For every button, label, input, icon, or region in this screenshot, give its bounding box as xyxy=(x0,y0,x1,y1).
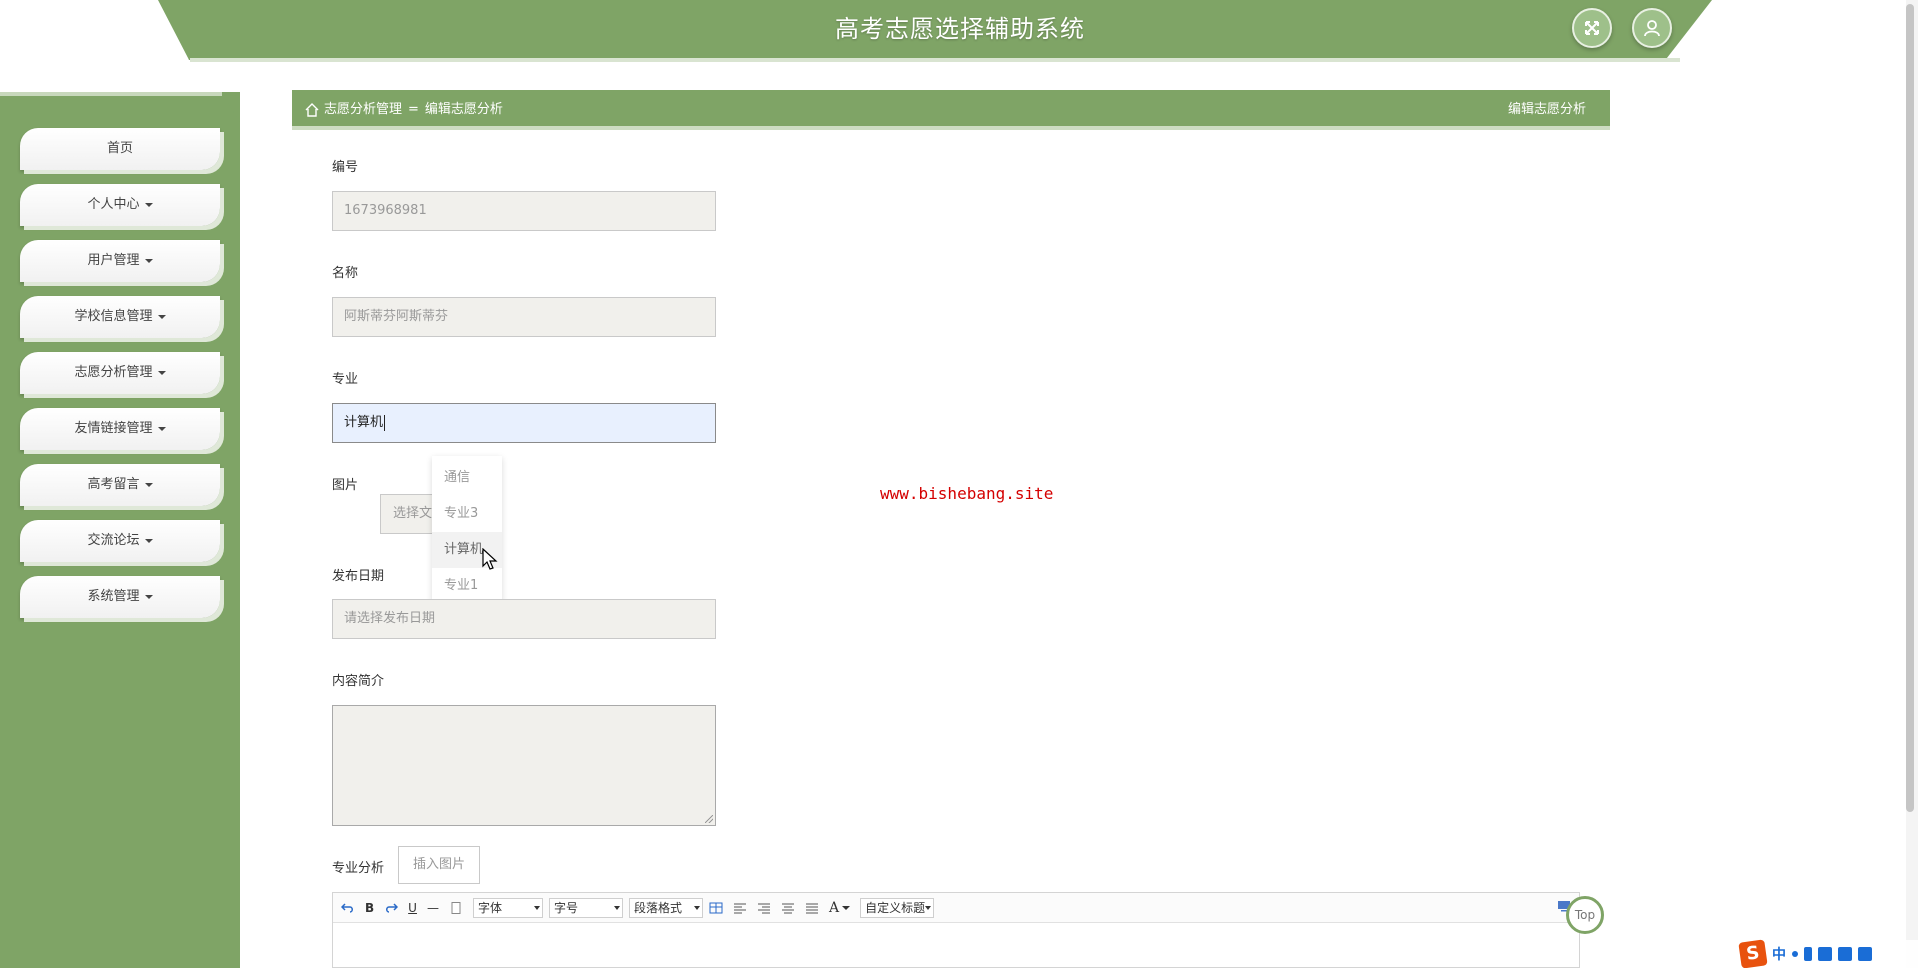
date-input[interactable]: 请选择发布日期 xyxy=(332,599,716,639)
date-label: 发布日期 xyxy=(332,569,385,584)
name-field[interactable]: 阿斯蒂芬阿斯蒂芬 xyxy=(332,297,716,337)
sidebar-item-volunteer-analysis[interactable]: 志愿分析管理 xyxy=(20,352,220,394)
keyboard-icon[interactable] xyxy=(1818,947,1832,961)
font-size-select[interactable]: 字号 xyxy=(548,897,623,918)
caret-down-icon xyxy=(144,258,153,263)
custom-title-select[interactable]: 自定义标题 xyxy=(860,897,935,918)
caret-down-icon xyxy=(157,370,166,375)
rich-text-editor: B U — 字体 字号 段落格式 A 自定义标题 xyxy=(332,892,1580,968)
paragraph-select-label: 段落格式 xyxy=(633,901,682,915)
sidebar-item-label: 系统管理 xyxy=(87,589,140,604)
suggestion-item[interactable]: 通信 xyxy=(432,460,502,496)
user-avatar-button[interactable] xyxy=(1632,8,1672,48)
back-to-top-button[interactable]: Top xyxy=(1566,896,1604,934)
table-icon[interactable] xyxy=(709,902,723,914)
image-label: 图片 xyxy=(332,478,359,493)
sidebar-item-forum[interactable]: 交流论坛 xyxy=(20,520,220,562)
align-center-icon[interactable] xyxy=(781,902,795,914)
punctuation-icon[interactable] xyxy=(1792,951,1798,957)
ime-language-indicator[interactable]: 中 xyxy=(1772,944,1786,964)
suggestion-item[interactable]: 专业3 xyxy=(432,496,502,532)
align-justify-icon[interactable] xyxy=(805,902,819,914)
mouse-cursor-icon xyxy=(482,548,498,570)
name-label: 名称 xyxy=(332,266,359,281)
intro-textarea[interactable] xyxy=(332,705,716,826)
caret-down-icon xyxy=(157,314,166,319)
sidebar-item-home[interactable]: 首页 xyxy=(20,128,220,170)
font-select-label: 字体 xyxy=(477,901,502,915)
fullscreen-icon xyxy=(1585,21,1599,35)
major-input[interactable]: 计算机 xyxy=(332,403,716,443)
analysis-label: 专业分析 xyxy=(332,861,385,876)
paragraph-format-select[interactable]: 段落格式 xyxy=(628,897,703,918)
breadcrumb-parent[interactable]: 志愿分析管理 xyxy=(324,90,402,130)
sidebar-item-users[interactable]: 用户管理 xyxy=(20,240,220,282)
font-color-icon[interactable]: A xyxy=(829,900,851,916)
id-field[interactable]: 1673968981 xyxy=(332,191,716,231)
underline-icon[interactable]: U xyxy=(408,901,417,915)
sidebar-item-label: 交流论坛 xyxy=(87,533,140,548)
sidebar-item-label: 高考留言 xyxy=(87,477,140,492)
chevron-down-icon xyxy=(533,905,540,910)
text-cursor xyxy=(384,414,386,431)
sidebar-cap-edge xyxy=(0,92,222,96)
breadcrumb-separator: = xyxy=(408,102,419,117)
custom-title-label: 自定义标题 xyxy=(865,901,926,915)
align-left-icon[interactable] xyxy=(733,902,747,914)
chevron-down-icon xyxy=(693,905,700,910)
page-scrollbar[interactable] xyxy=(1906,0,1918,968)
chevron-down-icon xyxy=(613,905,620,910)
sidebar-menu: 首页 个人中心 用户管理 学校信息管理 志愿分析管理 友情链接管理 高考留言 交… xyxy=(20,128,224,632)
insert-image-button[interactable]: 插入图片 xyxy=(398,846,480,884)
home-icon[interactable] xyxy=(304,102,320,118)
font-family-select[interactable]: 字体 xyxy=(472,897,543,918)
ime-toolbar: S 中 xyxy=(1738,939,1920,968)
sidebar-item-label: 首页 xyxy=(106,141,133,156)
caret-down-icon xyxy=(157,426,166,431)
skin-icon[interactable] xyxy=(1838,947,1852,961)
watermark-text: www.bishebang.site xyxy=(880,484,1054,503)
breadcrumb: 志愿分析管理 = 编辑志愿分析 xyxy=(304,90,503,130)
sidebar-item-system[interactable]: 系统管理 xyxy=(20,576,220,618)
major-label: 专业 xyxy=(332,372,359,387)
resize-handle-icon[interactable] xyxy=(705,815,713,823)
sidebar-item-friend-links[interactable]: 友情链接管理 xyxy=(20,408,220,450)
panel-header-bar: 志愿分析管理 = 编辑志愿分析 编辑志愿分析 xyxy=(292,90,1610,130)
major-suggestion-dropdown: 通信 专业3 计算机 专业1 xyxy=(432,456,502,602)
caret-down-icon xyxy=(144,482,153,487)
bold-icon[interactable]: B xyxy=(365,901,374,915)
sidebar-item-messages[interactable]: 高考留言 xyxy=(20,464,220,506)
horizontal-rule-icon[interactable]: — xyxy=(427,901,439,915)
redo-icon[interactable] xyxy=(384,902,399,914)
sidebar-cap xyxy=(0,92,240,122)
user-icon xyxy=(1644,20,1660,37)
sidebar-item-profile[interactable]: 个人中心 xyxy=(20,184,220,226)
panel-title: 编辑志愿分析 xyxy=(1507,102,1586,117)
scrollbar-thumb[interactable] xyxy=(1906,4,1914,812)
editor-toolbar: B U — 字体 字号 段落格式 A 自定义标题 xyxy=(333,893,1579,923)
undo-icon[interactable] xyxy=(341,902,355,914)
sidebar-item-label: 用户管理 xyxy=(87,253,140,268)
sidebar-item-label: 学校信息管理 xyxy=(74,309,153,324)
chevron-down-icon xyxy=(925,905,932,910)
toolbox-icon[interactable] xyxy=(1858,947,1872,961)
major-input-value: 计算机 xyxy=(344,415,384,430)
sidebar-item-school-info[interactable]: 学校信息管理 xyxy=(20,296,220,338)
align-right-icon[interactable] xyxy=(757,902,771,914)
sidebar-item-label: 友情链接管理 xyxy=(74,421,153,436)
breadcrumb-current: 编辑志愿分析 xyxy=(424,102,503,117)
sogou-logo-icon[interactable]: S xyxy=(1738,939,1768,968)
id-label: 编号 xyxy=(332,160,359,175)
blank-page-icon[interactable] xyxy=(449,901,463,914)
sidebar-item-label: 志愿分析管理 xyxy=(74,365,153,380)
caret-down-icon xyxy=(144,202,153,207)
header-shadow xyxy=(190,58,1680,62)
sidebar-item-label: 个人中心 xyxy=(87,197,140,212)
caret-down-icon xyxy=(144,594,153,599)
caret-down-icon xyxy=(144,538,153,543)
intro-label: 内容简介 xyxy=(332,674,385,689)
size-select-label: 字号 xyxy=(553,901,578,915)
fullscreen-button[interactable] xyxy=(1572,8,1612,48)
microphone-icon[interactable] xyxy=(1804,947,1812,961)
